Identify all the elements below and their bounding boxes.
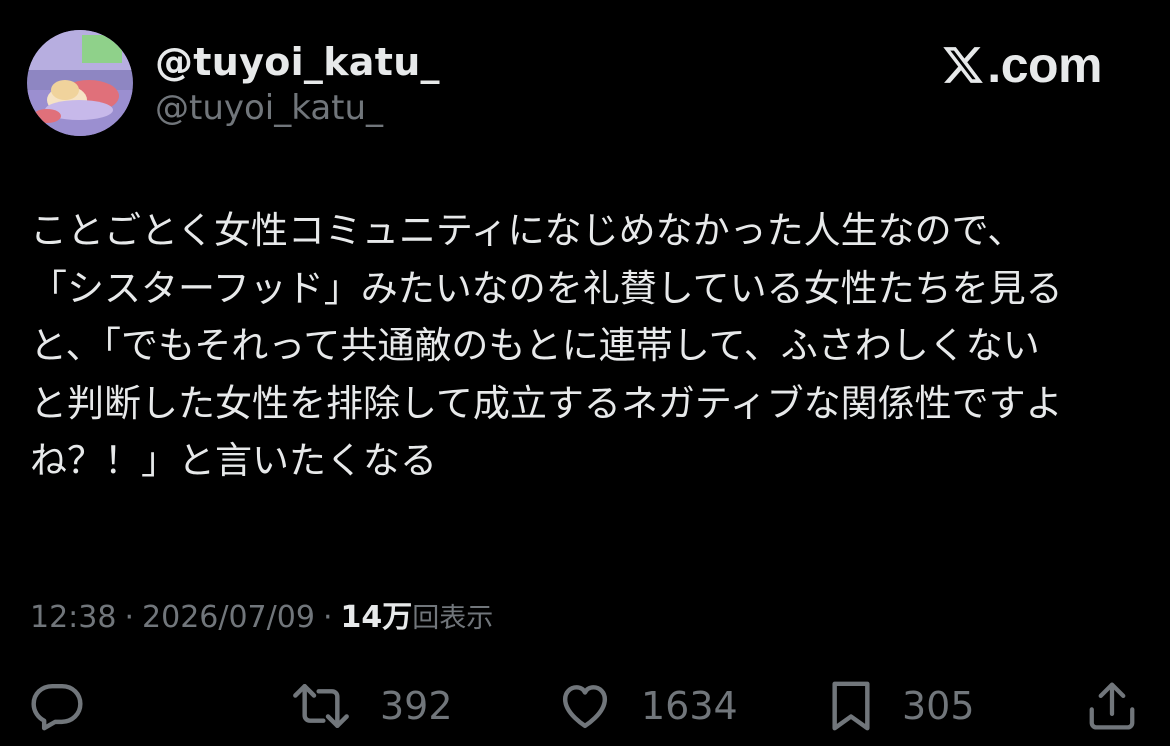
views-label: 回表示 — [412, 603, 494, 634]
retweet-button[interactable]: 392 — [288, 676, 453, 736]
bookmark-icon — [832, 681, 870, 731]
reply-button[interactable] — [28, 676, 86, 736]
brand-domain: .com — [987, 37, 1102, 93]
tweet-line: と、「でもそれって共通敵のもとに連帯して、ふさわしくない — [30, 324, 1040, 367]
bookmark-button[interactable]: 305 — [826, 676, 975, 736]
bookmark-count: 305 — [902, 684, 975, 728]
avatar-image — [27, 30, 133, 136]
tweet-date[interactable]: 2026/07/09 — [142, 600, 315, 635]
tweet-line: 「シスターフッド」みたいなのを礼賛している女性たちを見る — [30, 266, 1063, 310]
meta-separator: · — [322, 600, 333, 635]
display-name[interactable]: @tuyoi_katu_ — [155, 40, 440, 84]
tweet-meta: 12:38 · 2026/07/09 · 14万 回表示 — [30, 592, 493, 636]
tweet-line: と判断した女性を排除して成立するネガティブな関係性ですよ — [30, 381, 1063, 425]
x-com-brand: .com — [940, 36, 1102, 94]
share-button[interactable] — [1085, 676, 1139, 736]
meta-separator: · — [124, 600, 135, 635]
tweet-text: ことごとく女性コミュニティになじめなかった人生なので、 「シスターフッド」みたい… — [30, 202, 1140, 490]
like-button[interactable]: 1634 — [555, 676, 738, 736]
retweet-icon — [293, 683, 349, 729]
tweet-time[interactable]: 12:38 — [30, 600, 116, 635]
like-count: 1634 — [641, 684, 738, 728]
avatar[interactable] — [27, 30, 133, 136]
heart-icon — [562, 685, 608, 729]
retweet-count: 392 — [380, 684, 453, 728]
tweet-line: ことごとく女性コミュニティになじめなかった人生なので、 — [30, 209, 1025, 252]
share-icon — [1089, 682, 1135, 730]
reply-icon — [31, 683, 83, 731]
views-count[interactable]: 14万 — [340, 592, 412, 636]
user-handle[interactable]: @tuyoi_katu_ — [155, 88, 383, 128]
x-logo-icon — [943, 47, 984, 83]
action-bar: 392 1634 305 — [0, 676, 1170, 736]
tweet-line: ね？！」と言いたくなる — [30, 439, 437, 482]
